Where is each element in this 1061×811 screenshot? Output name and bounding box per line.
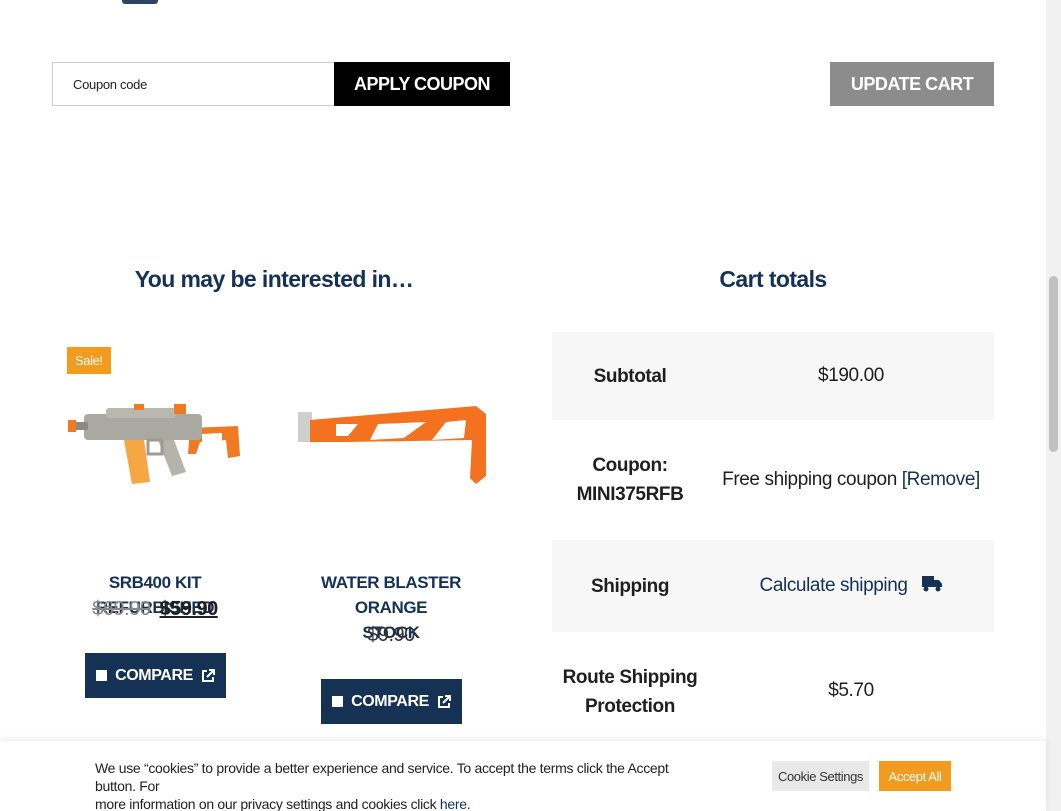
original-price: $69.90 (92, 598, 151, 620)
sale-price: $59.90 (159, 598, 219, 620)
srb400-kit-image[interactable] (50, 370, 260, 520)
cookie-message-line2: more information on our privacy settings… (95, 795, 695, 811)
external-link-icon (437, 694, 451, 708)
cookie-message: We use “cookies” to provide a better exp… (95, 759, 695, 811)
compare-button[interactable]: COMPARE (85, 653, 226, 698)
compare-button[interactable]: COMPARE (321, 679, 462, 724)
price: $9.90 (367, 624, 415, 646)
cookie-period: . (466, 796, 471, 811)
coupon-label-line1: Coupon: (592, 455, 668, 476)
route-label-line2: Protection (585, 696, 675, 717)
route-protection-label: Route Shipping Protection (552, 663, 708, 721)
totals-row-subtotal: Subtotal $190.00 (552, 332, 994, 420)
accept-all-button[interactable]: Accept All (879, 761, 951, 791)
product-price-orange-stock: $9.90 (286, 624, 496, 647)
shipping-label: Shipping (590, 575, 670, 597)
cart-totals-heading: Cart totals (719, 266, 827, 292)
truck-icon[interactable] (922, 575, 943, 593)
scrollbar-thumb[interactable] (1049, 276, 1058, 452)
coupon-code-input[interactable] (52, 62, 335, 106)
coupon-label: Coupon: MINI375RFB (552, 451, 708, 509)
checkbox-icon (332, 696, 344, 707)
product-name-line1: WATER BLASTER ORANGE (321, 573, 461, 617)
coupon-value: Free shipping coupon [Remove] (708, 469, 994, 491)
totals-row-route-protection: Route Shipping Protection $5.70 (552, 632, 994, 752)
previous-product-image-edge (122, 0, 158, 4)
shipping-value: Calculate shipping (708, 575, 994, 597)
subtotal-value: $190.00 (818, 365, 884, 386)
compare-label: COMPARE (351, 692, 429, 710)
page-scrollbar[interactable] (1046, 0, 1061, 811)
update-cart-button[interactable]: UPDATE CART (830, 62, 994, 106)
calculate-shipping-link[interactable]: Calculate shipping (760, 575, 908, 596)
subtotal-label: Subtotal (593, 365, 667, 387)
external-link-icon (201, 668, 215, 682)
totals-row-shipping: Shipping Calculate shipping (552, 540, 994, 632)
cookie-consent-bar: We use “cookies” to provide a better exp… (0, 741, 1046, 811)
totals-row-coupon: Coupon: MINI375RFB Free shipping coupon … (552, 420, 994, 540)
cookie-message-line2-text: more information on our privacy settings… (95, 796, 437, 811)
route-protection-value: $5.70 (828, 680, 874, 701)
checkbox-icon (96, 670, 108, 681)
remove-coupon-link[interactable]: [Remove] (902, 469, 981, 490)
compare-label: COMPARE (115, 666, 193, 684)
route-label-line1: Route Shipping (562, 667, 698, 688)
apply-coupon-button[interactable]: APPLY COUPON (334, 62, 510, 106)
cookie-policy-link[interactable]: here (440, 796, 467, 811)
orange-stock-image[interactable] (286, 370, 496, 520)
cookie-message-line1: We use “cookies” to provide a better exp… (95, 760, 669, 794)
coupon-code-text: MINI375RFB (576, 484, 684, 505)
product-price-srb400: $69.90 $59.90 (50, 598, 260, 621)
related-products-heading: You may be interested in… (134, 266, 414, 292)
coupon-description: Free shipping coupon (722, 469, 897, 490)
cookie-settings-button[interactable]: Cookie Settings (772, 761, 869, 791)
